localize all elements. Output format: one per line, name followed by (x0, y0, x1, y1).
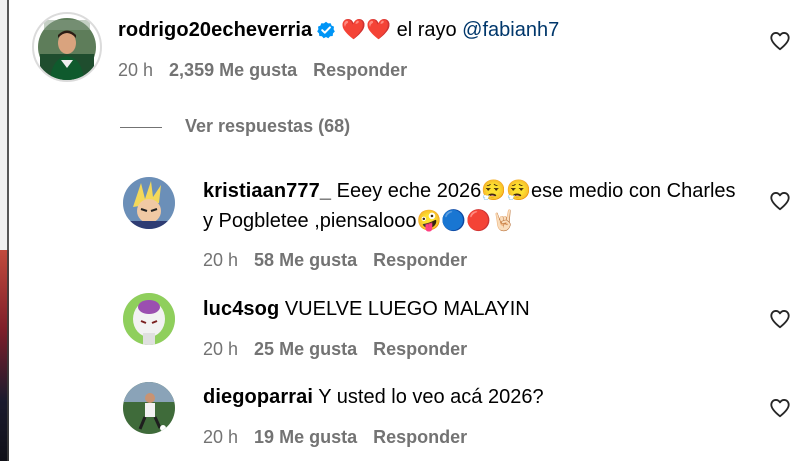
avatar-player-icon (38, 18, 96, 80)
reply-item: luc4sog VUELVE LUEGO MALAYIN 20 h 25 Me g… (0, 290, 800, 370)
comment-line: kristiaan777_ Eeey eche 2026😮‍💨😮‍💨ese me… (203, 176, 743, 236)
timestamp[interactable]: 20 h (203, 339, 238, 359)
reply-item: diegoparrai Y usted lo veo acá 2026? 20 … (0, 379, 800, 461)
timestamp[interactable]: 20 h (203, 250, 238, 270)
reply-button[interactable]: Responder (373, 427, 467, 447)
comment-text: ❤️❤️ el rayo (341, 19, 457, 41)
avatar-frieza-icon (123, 293, 175, 345)
reply-button[interactable]: Responder (373, 250, 467, 270)
comment-line: luc4sog VUELVE LUEGO MALAYIN (203, 295, 530, 324)
username[interactable]: kristiaan777_ (203, 180, 331, 202)
heart-outline-icon (770, 399, 790, 418)
like-button[interactable] (769, 30, 791, 52)
likes-count[interactable]: 19 Me gusta (254, 427, 357, 447)
comment-main: rodrigo20echeverria ❤️❤️ el rayo @fabianh… (0, 0, 800, 110)
comment-meta: 20 h 58 Me gusta Responder (203, 250, 483, 271)
view-replies-button[interactable]: Ver respuestas (68) (120, 116, 350, 137)
heart-outline-icon (770, 32, 790, 51)
avatar[interactable] (123, 382, 175, 434)
like-button[interactable] (769, 397, 791, 419)
comment-line: rodrigo20echeverria ❤️❤️ el rayo @fabianh… (118, 16, 559, 48)
username[interactable]: luc4sog (203, 298, 279, 320)
view-replies-label: Ver respuestas (68) (185, 116, 351, 136)
heart-outline-icon (770, 192, 790, 211)
comment-meta: 20 h 25 Me gusta Responder (203, 339, 483, 360)
avatar[interactable] (123, 293, 175, 345)
timestamp[interactable]: 20 h (118, 60, 153, 80)
comment-meta: 20 h 19 Me gusta Responder (203, 427, 483, 448)
reply-button[interactable]: Responder (373, 339, 467, 359)
reply-button[interactable]: Responder (313, 60, 407, 80)
likes-count[interactable]: 25 Me gusta (254, 339, 357, 359)
timestamp[interactable]: 20 h (203, 427, 238, 447)
like-button[interactable] (769, 190, 791, 212)
like-button[interactable] (769, 308, 791, 330)
likes-count[interactable]: 58 Me gusta (254, 250, 357, 270)
replies-divider (120, 126, 162, 128)
username[interactable]: diegoparrai (203, 386, 313, 408)
comment-meta: 20 h 2,359 Me gusta Responder (118, 60, 423, 81)
username[interactable]: rodrigo20echeverria (118, 19, 312, 41)
avatar-soccer-icon (123, 382, 175, 434)
comment-text: Y usted lo veo acá 2026? (318, 386, 544, 408)
verified-badge-icon (317, 19, 336, 48)
avatar[interactable] (32, 12, 102, 82)
mention-link[interactable]: @fabianh7 (462, 19, 559, 41)
comment-line: diegoparrai Y usted lo veo acá 2026? (203, 383, 544, 412)
avatar[interactable] (123, 177, 175, 229)
heart-outline-icon (770, 310, 790, 329)
likes-count[interactable]: 2,359 Me gusta (169, 60, 297, 80)
reply-item: kristiaan777_ Eeey eche 2026😮‍💨😮‍💨ese me… (0, 170, 800, 280)
avatar-anime-icon (123, 177, 175, 229)
comment-text: VUELVE LUEGO MALAYIN (284, 298, 530, 320)
